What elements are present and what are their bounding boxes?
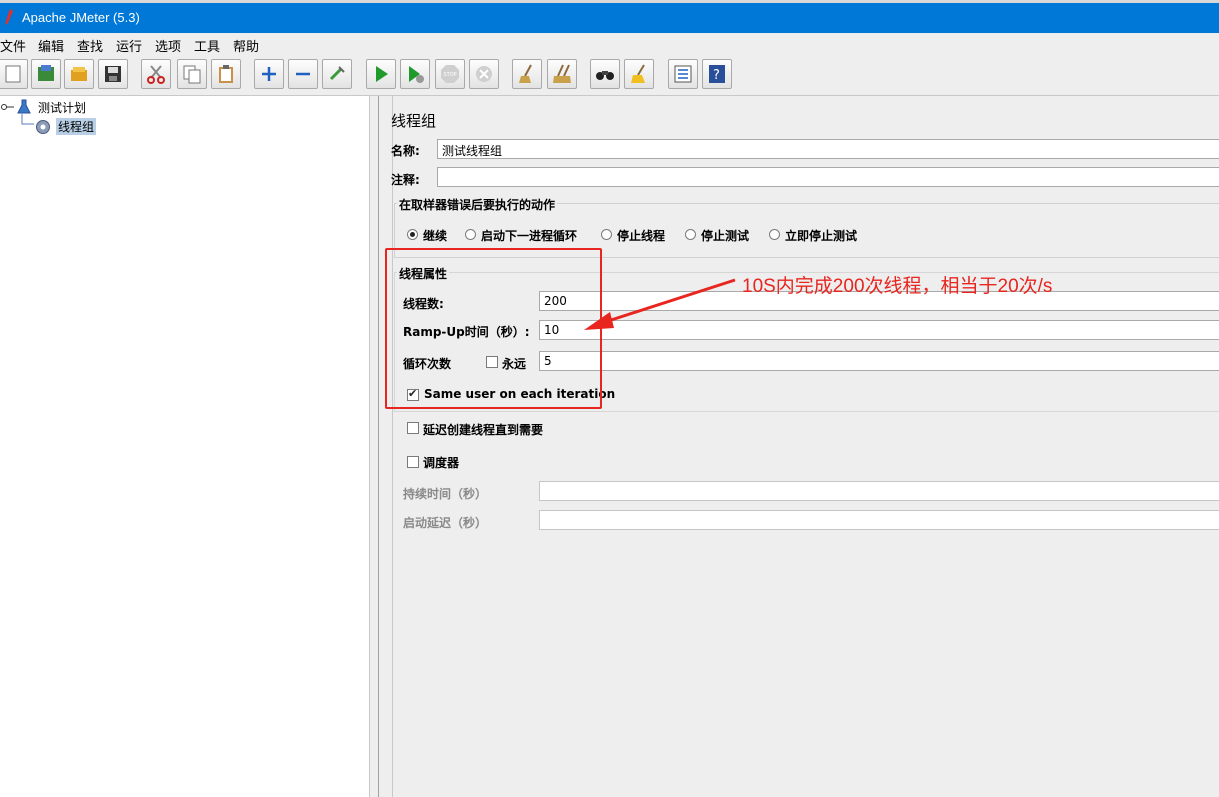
help-icon: ? bbox=[709, 65, 725, 83]
comment-label: 注释: bbox=[391, 173, 420, 187]
svg-text:STOP: STOP bbox=[444, 72, 457, 78]
duration-input[interactable] bbox=[539, 481, 1219, 501]
tree-item-thread-group[interactable]: 线程组 bbox=[56, 118, 97, 135]
jmeter-logo-icon bbox=[5, 9, 13, 25]
paste-icon bbox=[219, 65, 233, 83]
stop-button[interactable]: STOP bbox=[435, 59, 465, 89]
tree-item-test-plan[interactable]: 测试计划 bbox=[38, 99, 86, 116]
open-icon bbox=[71, 67, 87, 81]
menu-edit[interactable]: 编辑 bbox=[38, 36, 64, 55]
new-icon bbox=[5, 65, 21, 83]
delay-thread-creation-checkbox[interactable] bbox=[407, 422, 419, 434]
page-title: 线程组 bbox=[391, 112, 437, 130]
menu-file[interactable]: 文件 bbox=[0, 36, 26, 55]
clear-button[interactable] bbox=[512, 59, 542, 89]
toggle-button[interactable] bbox=[322, 59, 352, 89]
menu-help[interactable]: 帮助 bbox=[233, 36, 259, 55]
function-helper-button[interactable] bbox=[668, 59, 698, 89]
title-bar: Apache JMeter (5.3) bbox=[0, 3, 1219, 33]
annotation-text: 10S内完成200次线程，相当于20次/s bbox=[742, 276, 1053, 297]
clear-all-icon bbox=[553, 64, 571, 83]
split-divider[interactable] bbox=[370, 96, 379, 797]
loop-count-input[interactable]: 5 bbox=[539, 351, 1219, 371]
radio-continue[interactable] bbox=[407, 229, 418, 240]
scheduler-label: 调度器 bbox=[423, 456, 460, 470]
comment-input[interactable] bbox=[437, 167, 1219, 187]
menu-bar: 文件 编辑 查找 运行 选项 工具 帮助 bbox=[0, 33, 1219, 55]
start-button[interactable] bbox=[366, 59, 396, 89]
radio-stop-test-now-label: 立即停止测试 bbox=[785, 229, 858, 243]
svg-text:?: ? bbox=[713, 68, 720, 83]
paste-button[interactable] bbox=[211, 59, 241, 89]
menu-tools[interactable]: 工具 bbox=[194, 36, 220, 55]
error-action-legend: 在取样器错误后要执行的动作 bbox=[397, 196, 558, 213]
cut-icon bbox=[147, 65, 165, 84]
expand-button[interactable] bbox=[254, 59, 284, 89]
start-no-pause-icon bbox=[409, 66, 424, 83]
clear-all-button[interactable] bbox=[547, 59, 577, 89]
flask-icon bbox=[17, 99, 31, 114]
search-icon bbox=[596, 71, 614, 80]
radio-start-next-loop-label: 启动下一进程循环 bbox=[481, 229, 578, 243]
start-icon bbox=[376, 66, 388, 82]
reset-search-button[interactable] bbox=[624, 59, 654, 89]
panel-border bbox=[392, 96, 393, 797]
radio-stop-thread-label: 停止线程 bbox=[617, 229, 666, 243]
templates-icon bbox=[38, 65, 54, 81]
test-plan-tree: 测试计划 线程组 bbox=[0, 96, 370, 797]
save-icon bbox=[105, 66, 121, 82]
toolbar: STOP ? bbox=[0, 55, 1219, 96]
new-button[interactable] bbox=[0, 59, 28, 89]
cut-button[interactable] bbox=[141, 59, 171, 89]
menu-run[interactable]: 运行 bbox=[116, 36, 142, 55]
shutdown-icon bbox=[476, 66, 492, 82]
templates-button[interactable] bbox=[31, 59, 61, 89]
name-input[interactable]: 测试线程组 bbox=[437, 139, 1219, 159]
copy-icon bbox=[183, 65, 201, 84]
duration-label: 持续时间（秒） bbox=[403, 487, 488, 501]
radio-stop-test-now[interactable] bbox=[769, 229, 780, 240]
radio-stop-thread[interactable] bbox=[601, 229, 612, 240]
clear-icon bbox=[519, 64, 532, 83]
stop-icon: STOP bbox=[441, 65, 459, 83]
annotation-arrow-icon bbox=[584, 278, 736, 330]
delay-thread-creation-label: 延迟创建线程直到需要 bbox=[423, 423, 544, 437]
start-no-pause-button[interactable] bbox=[400, 59, 430, 89]
copy-button[interactable] bbox=[177, 59, 207, 89]
radio-start-next-loop[interactable] bbox=[465, 229, 476, 240]
shutdown-button[interactable] bbox=[469, 59, 499, 89]
open-button[interactable] bbox=[64, 59, 94, 89]
expand-icon bbox=[262, 67, 276, 81]
toggle-icon bbox=[329, 66, 345, 81]
collapse-button[interactable] bbox=[288, 59, 318, 89]
radio-stop-test-label: 停止测试 bbox=[701, 229, 750, 243]
collapse-icon bbox=[296, 72, 310, 76]
window-title: Apache JMeter (5.3) bbox=[22, 10, 140, 25]
scheduler-checkbox[interactable] bbox=[407, 456, 419, 468]
menu-options[interactable]: 选项 bbox=[155, 36, 181, 55]
gear-icon bbox=[36, 120, 50, 134]
radio-stop-test[interactable] bbox=[685, 229, 696, 240]
startup-delay-input[interactable] bbox=[539, 510, 1219, 530]
menu-search[interactable]: 查找 bbox=[77, 36, 103, 55]
function-helper-icon bbox=[674, 65, 692, 83]
reset-search-icon bbox=[631, 64, 645, 83]
save-button[interactable] bbox=[98, 59, 128, 89]
radio-continue-label: 继续 bbox=[423, 229, 448, 243]
search-button[interactable] bbox=[590, 59, 620, 89]
help-button[interactable]: ? bbox=[702, 59, 732, 89]
name-label: 名称: bbox=[391, 144, 420, 158]
startup-delay-label: 启动延迟（秒） bbox=[403, 516, 488, 530]
